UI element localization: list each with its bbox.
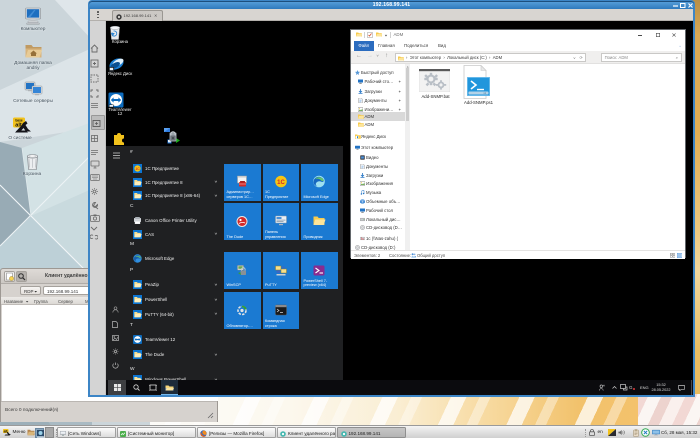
- svg-text:1С: 1С: [277, 180, 285, 186]
- svg-text:1С: 1С: [135, 167, 140, 171]
